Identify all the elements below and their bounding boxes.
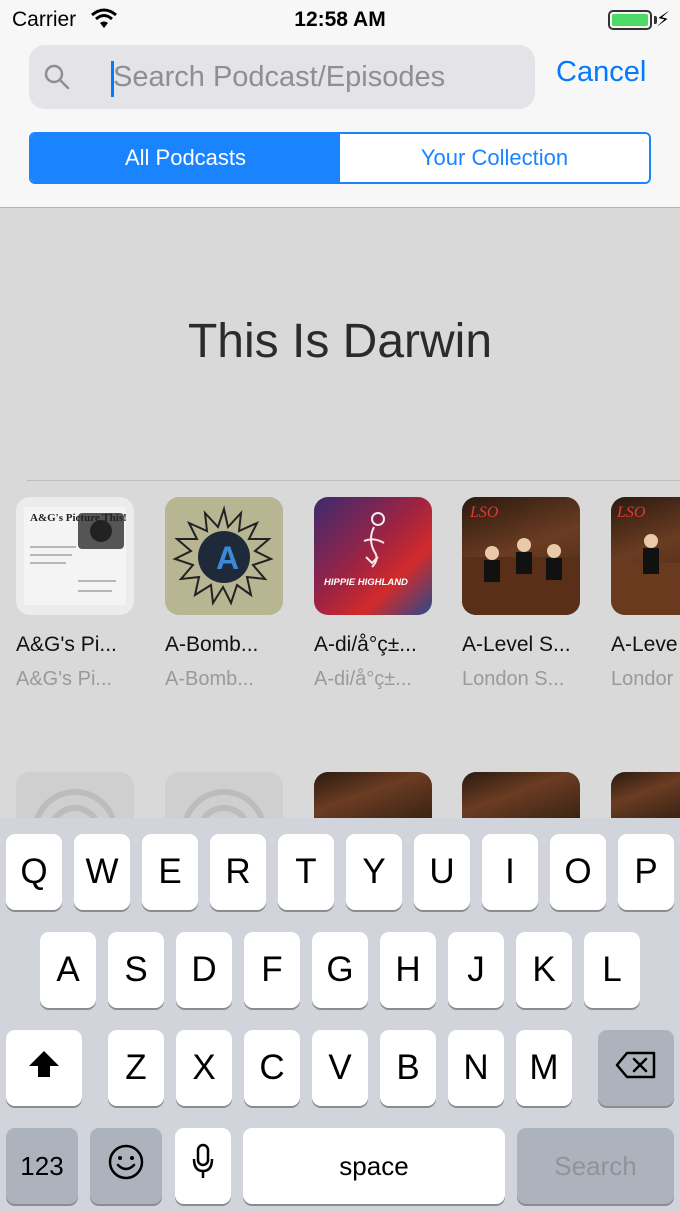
podcast-artwork[interactable] — [314, 772, 432, 818]
key-w[interactable]: W — [74, 834, 130, 910]
podcast-title: A&G's Pi... — [16, 633, 117, 656]
search-icon — [43, 63, 71, 96]
clock: 12:58 AM — [294, 8, 386, 31]
artwork-text: HIPPIE HIGHLAND — [324, 577, 408, 588]
search-header: Cancel All Podcasts Your Collection — [0, 40, 680, 208]
search-key[interactable]: Search — [517, 1128, 674, 1204]
key-g[interactable]: G — [312, 932, 368, 1008]
podcast-artwork[interactable] — [462, 772, 580, 818]
key-b[interactable]: B — [380, 1030, 436, 1106]
battery-icon — [608, 10, 652, 30]
shift-key[interactable] — [6, 1030, 82, 1106]
podcast-subtitle: Londor — [611, 668, 674, 690]
key-a[interactable]: A — [40, 932, 96, 1008]
key-o[interactable]: O — [550, 834, 606, 910]
dictation-key[interactable] — [175, 1128, 231, 1204]
podcast-artwork[interactable]: A&G's Picture This! — [16, 497, 134, 615]
podcast-artwork-placeholder[interactable] — [165, 772, 283, 818]
podcast-subtitle: London S... — [462, 668, 565, 690]
backspace-icon — [615, 1048, 657, 1088]
key-u[interactable]: U — [414, 834, 470, 910]
key-q[interactable]: Q — [6, 834, 62, 910]
charging-bolt-icon: ⚡ — [655, 9, 670, 31]
key-x[interactable]: X — [176, 1030, 232, 1106]
key-r[interactable]: R — [210, 834, 266, 910]
section-divider — [27, 480, 680, 481]
key-l[interactable]: L — [584, 932, 640, 1008]
segmented-control: All Podcasts Your Collection — [29, 132, 651, 184]
key-y[interactable]: Y — [346, 834, 402, 910]
podcast-artwork[interactable] — [611, 772, 680, 818]
artwork-text: A&G's Picture This! — [30, 512, 127, 524]
emoji-icon — [107, 1143, 145, 1190]
key-d[interactable]: D — [176, 932, 232, 1008]
key-j[interactable]: J — [448, 932, 504, 1008]
podcast-subtitle: A-Bomb... — [165, 668, 254, 690]
podcast-artwork[interactable]: LSO — [611, 497, 680, 615]
emoji-key[interactable] — [90, 1128, 162, 1204]
key-c[interactable]: C — [244, 1030, 300, 1106]
podcast-artwork[interactable]: A — [165, 497, 283, 615]
artwork-text: LSO — [469, 504, 499, 521]
search-input[interactable] — [113, 55, 523, 99]
key-s[interactable]: S — [108, 932, 164, 1008]
podcast-subtitle: A&G's Pi... — [16, 668, 113, 690]
microphone-icon — [191, 1143, 215, 1190]
podcast-title: A-di/å°ç±... — [314, 633, 417, 656]
podcast-artwork-placeholder[interactable] — [16, 772, 134, 818]
key-n[interactable]: N — [448, 1030, 504, 1106]
podcast-title: A-Leve — [611, 633, 678, 656]
podcast-artwork[interactable]: HIPPIE HIGHLAND — [314, 497, 432, 615]
section-title: This Is Darwin — [187, 315, 493, 368]
status-bar: Carrier 12:58 AM ⚡ — [0, 0, 680, 40]
shift-icon — [27, 1048, 61, 1088]
podcast-title: A-Level S... — [462, 633, 571, 656]
cancel-button[interactable]: Cancel — [556, 56, 646, 89]
key-v[interactable]: V — [312, 1030, 368, 1106]
space-key[interactable]: space — [243, 1128, 505, 1204]
key-f[interactable]: F — [244, 932, 300, 1008]
keyboard: Q W E R T Y U I O P A S D F G H J K L Z … — [0, 818, 680, 1212]
key-m[interactable]: M — [516, 1030, 572, 1106]
key-h[interactable]: H — [380, 932, 436, 1008]
key-z[interactable]: Z — [108, 1030, 164, 1106]
artwork-text: LSO — [616, 504, 646, 521]
key-k[interactable]: K — [516, 932, 572, 1008]
delete-key[interactable] — [598, 1030, 674, 1106]
key-t[interactable]: T — [278, 834, 334, 910]
artwork-text: A — [216, 540, 239, 576]
numbers-key[interactable]: 123 — [6, 1128, 78, 1204]
search-field[interactable] — [29, 45, 535, 109]
key-i[interactable]: I — [482, 834, 538, 910]
podcast-subtitle: A-di/å°ç±... — [314, 668, 412, 690]
podcast-title: A-Bomb... — [165, 633, 259, 656]
segment-all-podcasts[interactable]: All Podcasts — [31, 134, 340, 182]
key-p[interactable]: P — [618, 834, 674, 910]
podcast-artwork[interactable]: LSO — [462, 497, 580, 615]
segment-your-collection[interactable]: Your Collection — [340, 134, 649, 182]
key-e[interactable]: E — [142, 834, 198, 910]
